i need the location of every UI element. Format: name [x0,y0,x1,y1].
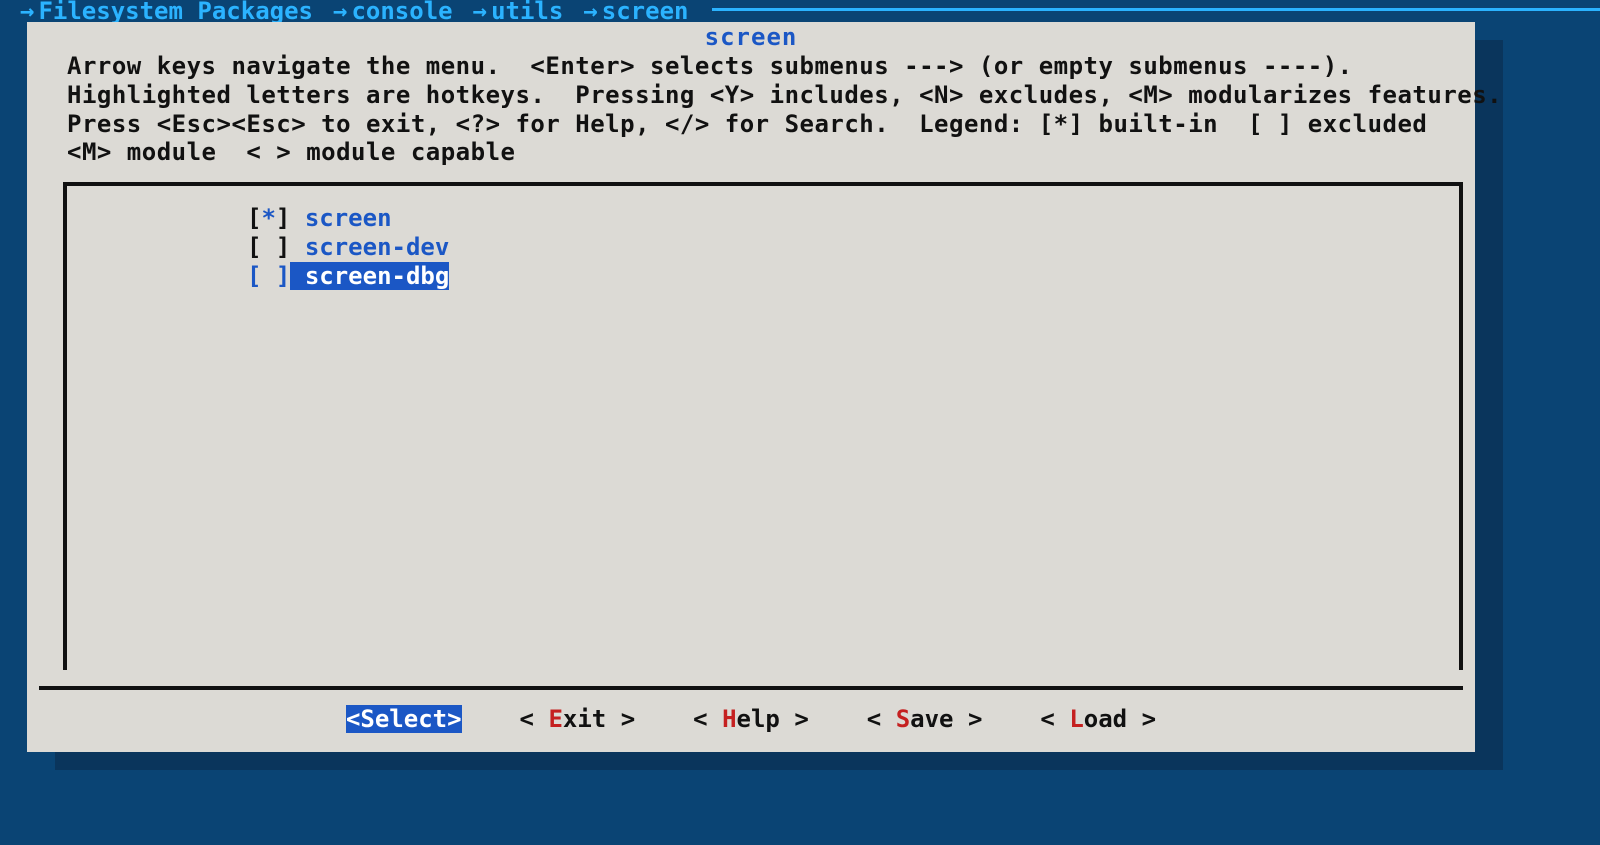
exit-button[interactable]: < Exit > [520,705,636,734]
breadcrumb-label: screen [602,0,689,25]
package-item-screen-dbg[interactable]: [ ] screen-dbg [247,262,1459,291]
select-button[interactable]: <Select> [346,705,462,734]
package-label: screen [305,204,392,232]
package-label: screen-dbg [305,262,450,290]
package-item-screen[interactable]: [*] screen [247,204,1459,233]
help-line: <M> module < > module capable [67,138,515,166]
load-button[interactable]: < Load > [1040,705,1156,734]
help-line: Highlighted letters are hotkeys. Pressin… [67,81,1502,109]
dialog-help-text: Arrow keys navigate the menu. <Enter> se… [27,52,1475,167]
help-line: Press <Esc><Esc> to exit, <?> for Help, … [67,110,1427,138]
package-item-screen-dev[interactable]: [ ] screen-dev [247,233,1459,262]
breadcrumb-label: console [351,0,452,25]
help-button[interactable]: < Help > [693,705,809,734]
dialog-title: screen [27,22,1475,52]
package-list[interactable]: [*] screen [ ] screen-dev [ ] screen-dbg [63,182,1463,670]
package-label: screen-dev [305,233,450,261]
menuconfig-dialog: screen Arrow keys navigate the menu. <En… [27,22,1475,752]
package-mark [261,262,275,290]
breadcrumb-trail [712,8,1600,11]
package-mark: * [261,204,275,232]
breadcrumb: →Filesystem Packages →console →utils →sc… [0,0,1600,22]
breadcrumb-label: Filesystem Packages [38,0,313,25]
breadcrumb-label: utils [491,0,563,25]
help-line: Arrow keys navigate the menu. <Enter> se… [67,52,1353,80]
package-mark [261,233,275,261]
save-button[interactable]: < Save > [867,705,983,734]
dialog-button-row: <Select> < Exit > < Help > < Save > < Lo… [39,686,1463,744]
